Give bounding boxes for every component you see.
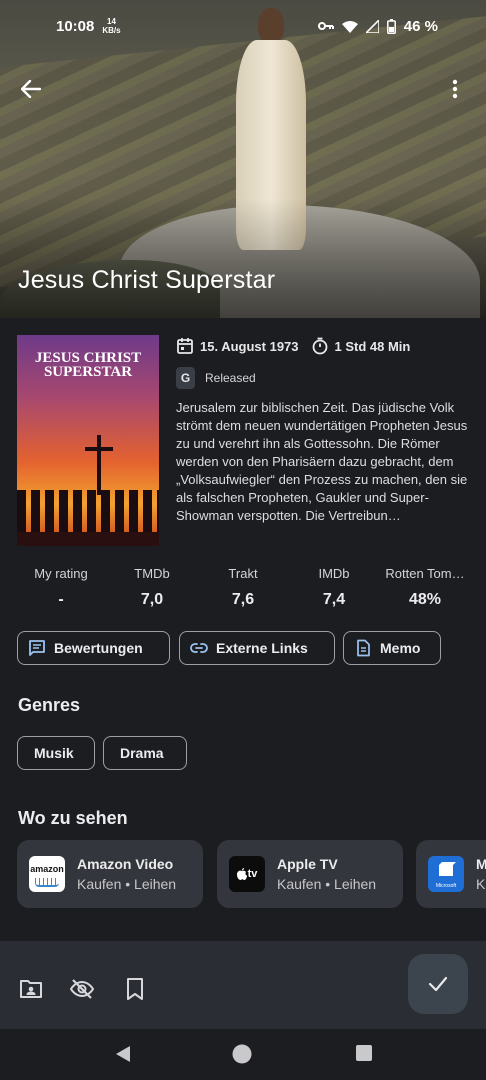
reviews-button[interactable]: Bewertungen (17, 631, 170, 665)
calendar-icon (177, 338, 193, 354)
timer-icon (312, 337, 327, 355)
memo-button[interactable]: Memo (343, 631, 441, 665)
rating-my[interactable]: My rating - (0, 566, 122, 609)
rating-label: My rating (34, 566, 88, 581)
rating-label: Trakt (228, 566, 258, 581)
link-icon (190, 643, 208, 653)
network-speed-unit: KB/s (102, 26, 121, 35)
signal-icon (365, 19, 379, 33)
back-button[interactable] (14, 72, 48, 106)
more-vert-icon (452, 79, 458, 99)
visibility-off-icon[interactable] (70, 977, 94, 1001)
release-status: Released (205, 371, 256, 385)
genre-chip[interactable]: Musik (17, 736, 95, 770)
document-icon (357, 639, 370, 657)
provider-availability: Kaufen • Leihen (277, 876, 377, 892)
provider-availability: Kaufen • Leihen (77, 876, 177, 892)
rating-imdb[interactable]: IMDb 7,4 (304, 566, 364, 609)
rating-value: 7,6 (231, 591, 255, 608)
rating-rotten-tomatoes[interactable]: Rotten Tom… 48% (364, 566, 486, 609)
nav-recents-icon[interactable] (355, 1044, 373, 1062)
network-speed: 14 KB/s (102, 17, 120, 35)
rating-label: IMDb (318, 566, 350, 581)
provider-apple-tv[interactable]: tv Apple TV Kaufen • Leihen (217, 840, 403, 908)
mark-watched-button[interactable] (408, 954, 468, 1014)
rating-value: 7,4 (322, 591, 346, 608)
apple-tv-logo-icon: tv (229, 856, 265, 892)
rating-label: Rotten Tom… (385, 566, 465, 581)
arrow-left-icon (21, 80, 41, 98)
provider-availability: K (476, 876, 486, 892)
external-links-button[interactable]: Externe Links (179, 631, 335, 665)
rating-trakt[interactable]: Trakt 7,6 (182, 566, 304, 609)
certification-badge: G (176, 367, 195, 389)
runtime: 1 Std 48 Min (334, 338, 411, 354)
provider-microsoft-store[interactable]: Microsoft M K (416, 840, 486, 908)
rating-value: 7,0 (140, 591, 164, 608)
provider-name: Apple TV (277, 856, 338, 872)
watch-providers-heading: Wo zu sehen (18, 808, 128, 828)
external-links-label: Externe Links (216, 640, 308, 656)
rating-value: 48% (408, 591, 442, 608)
release-date: 15. August 1973 (200, 338, 299, 354)
rating-tmdb[interactable]: TMDb 7,0 (122, 566, 182, 609)
comment-icon (29, 640, 45, 656)
ratings-row: My rating - TMDb 7,0 Trakt 7,6 IMDb 7,4 … (0, 566, 486, 609)
provider-name: M (476, 856, 486, 872)
rating-value: - (58, 591, 64, 608)
nav-home-icon[interactable] (232, 1044, 252, 1064)
battery-level: 46 % (403, 17, 438, 35)
key-icon (317, 22, 334, 30)
movie-meta: 15. August 1973 1 Std 48 Min G Released (176, 337, 466, 389)
battery-icon (386, 18, 396, 34)
amazon-logo-icon: amazon (29, 856, 65, 892)
apple-tv-logo-text: tv (247, 868, 258, 880)
poster-title: JESUS CHRIST SUPERSTAR (34, 350, 142, 380)
status-bar: 10:08 14 KB/s 46 % (0, 0, 486, 52)
overflow-menu-button[interactable] (438, 72, 472, 106)
amazon-logo-text: amazon (30, 864, 64, 874)
folder-person-icon[interactable] (19, 977, 43, 1001)
status-time: 10:08 (56, 17, 95, 35)
genre-chip[interactable]: Drama (103, 736, 187, 770)
memo-label: Memo (380, 640, 421, 656)
rating-label: TMDb (134, 566, 170, 581)
microsoft-logo-text: Microsoft (435, 883, 457, 889)
nav-back-icon[interactable] (113, 1044, 133, 1064)
microsoft-store-logo-icon: Microsoft (428, 856, 464, 892)
movie-overview[interactable]: Jerusalem zur biblischen Zeit. Das jüdis… (176, 399, 468, 525)
genres-heading: Genres (18, 695, 81, 715)
wifi-icon (341, 20, 358, 33)
movie-title: Jesus Christ Superstar (18, 266, 276, 294)
check-icon (428, 976, 448, 992)
bookmark-icon[interactable] (123, 977, 147, 1001)
movie-poster[interactable]: JESUS CHRIST SUPERSTAR (17, 335, 159, 546)
provider-amazon-video[interactable]: amazon Amazon Video Kaufen • Leihen (17, 840, 203, 908)
reviews-label: Bewertungen (54, 640, 143, 656)
provider-name: Amazon Video (77, 856, 174, 872)
network-speed-value: 14 (107, 17, 116, 26)
